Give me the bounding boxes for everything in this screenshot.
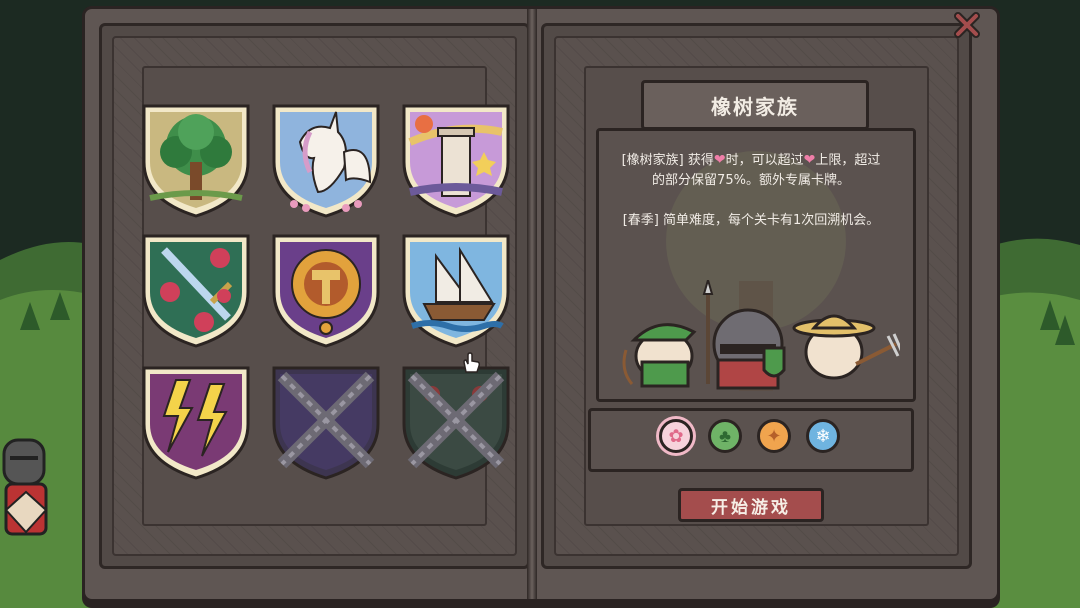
heart-icon: ❤ <box>803 152 816 168</box>
season-autumn-button[interactable]: ✦ <box>754 416 794 456</box>
shield-locked-2[interactable] <box>400 364 512 482</box>
description-paragraph-2: [春季] 简单难度，每个关卡有1次回溯机会。 <box>622 213 880 228</box>
faction-title: 橡树家族 <box>711 94 799 119</box>
flower-icon: ✿ <box>659 419 693 453</box>
description-paragraph-1: [橡树家族] 获得❤时，可以超过❤上限，超过的部分保留75%。额外专属卡牌。 <box>620 150 882 191</box>
faction-description: [橡树家族] 获得❤时，可以超过❤上限，超过的部分保留75%。额外专属卡牌。 [… <box>620 150 882 231</box>
description-text-1b: 时，可以超过 <box>725 153 804 168</box>
shield-hammer-gear[interactable] <box>270 232 382 350</box>
knight-character <box>0 420 50 550</box>
season-winter-button[interactable]: ❄ <box>803 416 843 456</box>
snowflake-icon: ❄ <box>806 419 840 453</box>
leaf-icon: ✦ <box>757 419 791 453</box>
hand-cursor-icon <box>463 352 481 373</box>
shield-tower[interactable] <box>400 102 512 220</box>
shield-tree[interactable] <box>140 102 252 220</box>
start-game-button[interactable]: 开始游戏 <box>678 488 824 522</box>
tree-icon: ♣ <box>708 419 742 453</box>
heart-icon: ❤ <box>713 152 726 168</box>
shield-ship[interactable] <box>400 232 512 350</box>
faction-title-banner: 橡树家族 <box>641 80 869 130</box>
shield-sword-rose[interactable] <box>140 232 252 350</box>
shield-unicorn[interactable] <box>270 102 382 220</box>
book-spine <box>527 9 537 599</box>
faction-shield-grid <box>140 102 512 482</box>
shield-lightning[interactable] <box>140 364 252 482</box>
season-summer-button[interactable]: ♣ <box>705 416 745 456</box>
close-icon <box>954 12 980 38</box>
season-spring-button[interactable]: ✿ <box>656 416 696 456</box>
season-selector-panel <box>588 408 914 472</box>
close-button[interactable] <box>952 10 982 40</box>
description-text-1a: [橡树家族] 获得 <box>621 153 714 168</box>
shield-locked-1[interactable] <box>270 364 382 482</box>
characters-illustration <box>622 280 900 390</box>
